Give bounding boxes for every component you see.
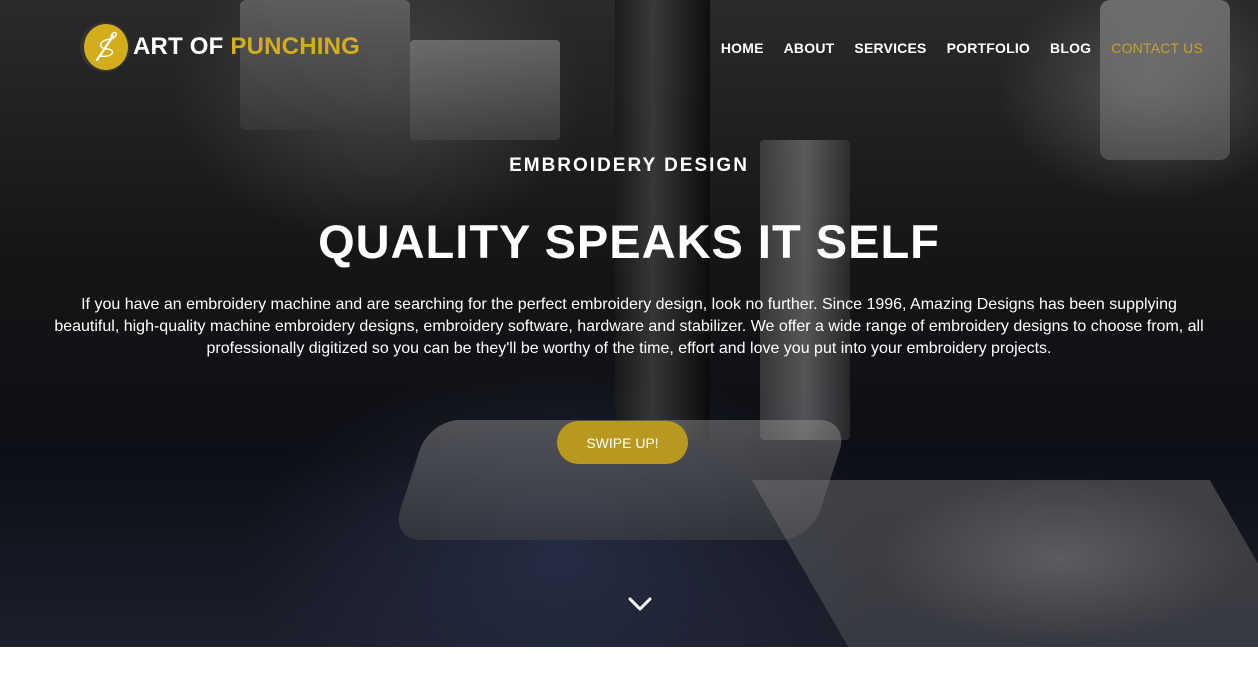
nav-item-about[interactable]: ABOUT: [784, 40, 835, 56]
nav-item-contact-us[interactable]: CONTACT US: [1111, 40, 1203, 56]
hero-description: If you have an embroidery machine and ar…: [54, 296, 1204, 357]
hero-headline: QUALITY SPEAKS IT SELF: [318, 215, 940, 268]
nav-item-services[interactable]: SERVICES: [854, 40, 926, 56]
nav-item-blog[interactable]: BLOG: [1050, 40, 1091, 56]
background-needle-plate: [751, 480, 1258, 647]
brand-name-part1: ART OF: [133, 33, 224, 60]
background-machine-part: [760, 140, 850, 440]
swipe-up-button[interactable]: SWIPE UP!: [557, 421, 688, 464]
hero-section: ART OF PUNCHING HOME ABOUT SERVICES PORT…: [0, 0, 1258, 647]
main-menu: HOME ABOUT SERVICES PORTFOLIO BLOG CONTA…: [721, 40, 1203, 56]
site-logo[interactable]: ART OF PUNCHING: [80, 22, 360, 72]
chevron-down-icon[interactable]: [627, 594, 653, 614]
brand-name: ART OF PUNCHING: [133, 33, 360, 61]
top-navigation: ART OF PUNCHING HOME ABOUT SERVICES PORT…: [0, 0, 1258, 96]
brand-name-part2: PUNCHING: [230, 33, 361, 60]
needle-thread-icon: [80, 22, 130, 72]
nav-item-home[interactable]: HOME: [721, 40, 764, 56]
hero-eyebrow: EMBROIDERY DESIGN: [509, 155, 749, 176]
nav-item-portfolio[interactable]: PORTFOLIO: [947, 40, 1030, 56]
